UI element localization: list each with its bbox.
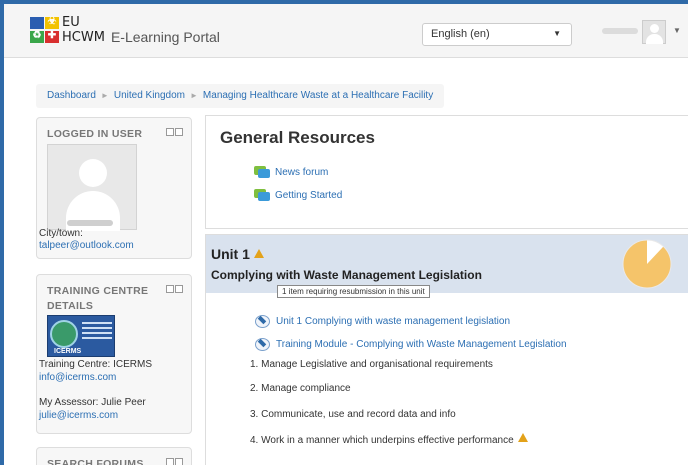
collapse-icon[interactable] bbox=[175, 285, 183, 293]
training-centre-block: TRAINING CENTRE DETAILS ICERMS Training … bbox=[36, 274, 192, 434]
top-navbar: ☣ EU ♻ ✚ HCWM E-Learning Portal English … bbox=[4, 4, 688, 58]
browser-frame: ☣ EU ♻ ✚ HCWM E-Learning Portal English … bbox=[4, 4, 688, 465]
logo-text: ICERMS bbox=[54, 348, 82, 355]
city-label: City/town: bbox=[39, 228, 83, 239]
chevron-down-icon: ▼ bbox=[673, 26, 681, 35]
breadcrumb-dashboard[interactable]: Dashboard bbox=[47, 90, 96, 101]
avatar bbox=[642, 20, 666, 44]
list-item: 1. Manage Legislative and organisational… bbox=[250, 359, 493, 370]
recycle-icon: ♻ bbox=[30, 30, 44, 43]
training-module-link[interactable]: Training Module - Complying with Waste M… bbox=[254, 337, 567, 351]
globe-icon bbox=[50, 320, 78, 348]
dock-icon[interactable] bbox=[166, 285, 174, 293]
dock-icon[interactable] bbox=[166, 458, 174, 465]
unit-header: Unit 1 Complying with Waste Management L… bbox=[206, 235, 688, 298]
news-forum-link[interactable]: News forum bbox=[254, 166, 328, 179]
language-select[interactable]: English (en) ▼ bbox=[422, 23, 572, 46]
breadcrumb: Dashboard ► United Kingdom ► Managing Health… bbox=[36, 84, 444, 108]
forum-icon bbox=[254, 189, 270, 202]
icerms-logo: ICERMS bbox=[47, 315, 115, 357]
chevron-right-icon: ► bbox=[190, 91, 198, 100]
user-picture bbox=[47, 144, 137, 231]
site-logo[interactable]: ☣ EU ♻ ✚ HCWM E-Learning Portal bbox=[30, 15, 220, 45]
forum-icon bbox=[254, 166, 270, 179]
medical-cross-icon: ✚ bbox=[45, 30, 59, 43]
lesson-icon bbox=[254, 314, 270, 328]
training-centre-name: Training Centre: ICERMS bbox=[39, 359, 152, 370]
portal-title: E-Learning Portal bbox=[110, 29, 220, 45]
block-title: TRAINING CENTRE DETAILS bbox=[47, 285, 149, 312]
user-name-blurred bbox=[67, 220, 113, 226]
chevron-right-icon: ► bbox=[100, 91, 109, 100]
getting-started-link[interactable]: Getting Started bbox=[254, 189, 342, 202]
lesson-icon bbox=[254, 337, 270, 351]
collapse-icon[interactable] bbox=[175, 458, 183, 465]
user-name-blurred bbox=[602, 28, 638, 34]
dock-icon[interactable] bbox=[166, 128, 174, 136]
search-forums-block: SEARCH FORUMS bbox=[36, 447, 192, 465]
logo-eu-text: EU bbox=[62, 15, 80, 30]
breadcrumb-course[interactable]: Managing Healthcare Waste at a Healthcar… bbox=[203, 90, 433, 101]
block-title: SEARCH FORUMS bbox=[47, 458, 144, 465]
language-value: English (en) bbox=[431, 28, 490, 40]
assessor-name: My Assessor: Julie Peer bbox=[39, 397, 146, 408]
unit-1-section: Unit 1 Complying with Waste Management L… bbox=[205, 234, 688, 465]
list-item: 4. Work in a manner which underpins effe… bbox=[250, 433, 528, 446]
section-title: General Resources bbox=[220, 128, 375, 147]
unit-title[interactable]: Unit 1 bbox=[211, 246, 264, 262]
warning-icon bbox=[253, 249, 264, 258]
block-title: LOGGED IN USER bbox=[47, 128, 143, 140]
hazard-icon: ☣ bbox=[45, 16, 59, 29]
warning-icon bbox=[517, 433, 528, 442]
unit-1-lesson-link[interactable]: Unit 1 Complying with waste management l… bbox=[254, 314, 510, 328]
progress-pie-chart[interactable] bbox=[622, 239, 672, 289]
logo-hcwm-text: HCWM bbox=[62, 29, 105, 45]
breadcrumb-country[interactable]: United Kingdom bbox=[114, 90, 185, 101]
logged-in-user-block: LOGGED IN USER City/town: talpeer@outloo… bbox=[36, 117, 192, 259]
assessor-email-link[interactable]: julie@icerms.com bbox=[39, 410, 118, 421]
centre-email-link[interactable]: info@icerms.com bbox=[39, 372, 116, 383]
unit-subtitle: Complying with Waste Management Legislat… bbox=[211, 268, 482, 282]
list-item: 2. Manage compliance bbox=[250, 383, 351, 394]
resubmission-tooltip: 1 item requiring resubmission in this un… bbox=[277, 285, 430, 298]
collapse-icon[interactable] bbox=[175, 128, 183, 136]
user-email-link[interactable]: talpeer@outlook.com bbox=[39, 240, 134, 251]
user-menu[interactable]: ▼ bbox=[602, 20, 682, 48]
list-item: 3. Communicate, use and record data and … bbox=[250, 409, 456, 420]
eu-flag-icon bbox=[30, 17, 44, 29]
chevron-down-icon: ▼ bbox=[553, 29, 561, 38]
general-resources-section: General Resources News forum Getting Sta… bbox=[205, 115, 688, 229]
